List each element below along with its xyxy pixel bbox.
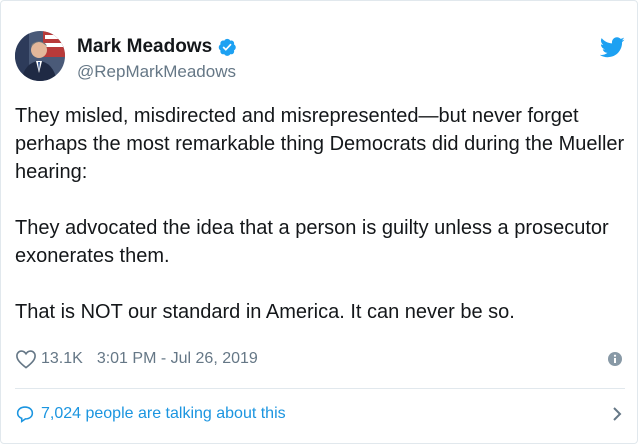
comment-icon [16,406,34,423]
like-button[interactable]: 13.1K [15,349,83,369]
verified-badge-icon [218,38,236,56]
avatar[interactable] [15,31,65,81]
chevron-right-icon[interactable] [611,406,623,422]
author-name-row[interactable]: Mark Meadows [77,36,237,58]
display-name[interactable]: Mark Meadows [77,36,212,58]
tweet-meta-row: 13.1K 3:01 PM - Jul 26, 2019 [15,349,627,369]
info-icon[interactable] [607,351,623,367]
author-handle[interactable]: @RepMarkMeadows [77,62,236,82]
like-count: 13.1K [41,350,83,367]
heart-icon [16,350,36,369]
twitter-bird-icon[interactable] [600,37,625,58]
avatar-image [15,31,65,81]
tweet-timestamp[interactable]: 3:01 PM - Jul 26, 2019 [97,350,258,368]
talking-count-text[interactable]: 7,024 people are talking about this [41,405,286,423]
divider [15,388,625,389]
tweet-text: They misled, misdirected and misrepresen… [15,105,625,323]
tweet-card[interactable]: Mark Meadows @RepMarkMeadows They misled… [0,0,638,444]
conversation-link[interactable]: 7,024 people are talking about this [15,405,627,423]
